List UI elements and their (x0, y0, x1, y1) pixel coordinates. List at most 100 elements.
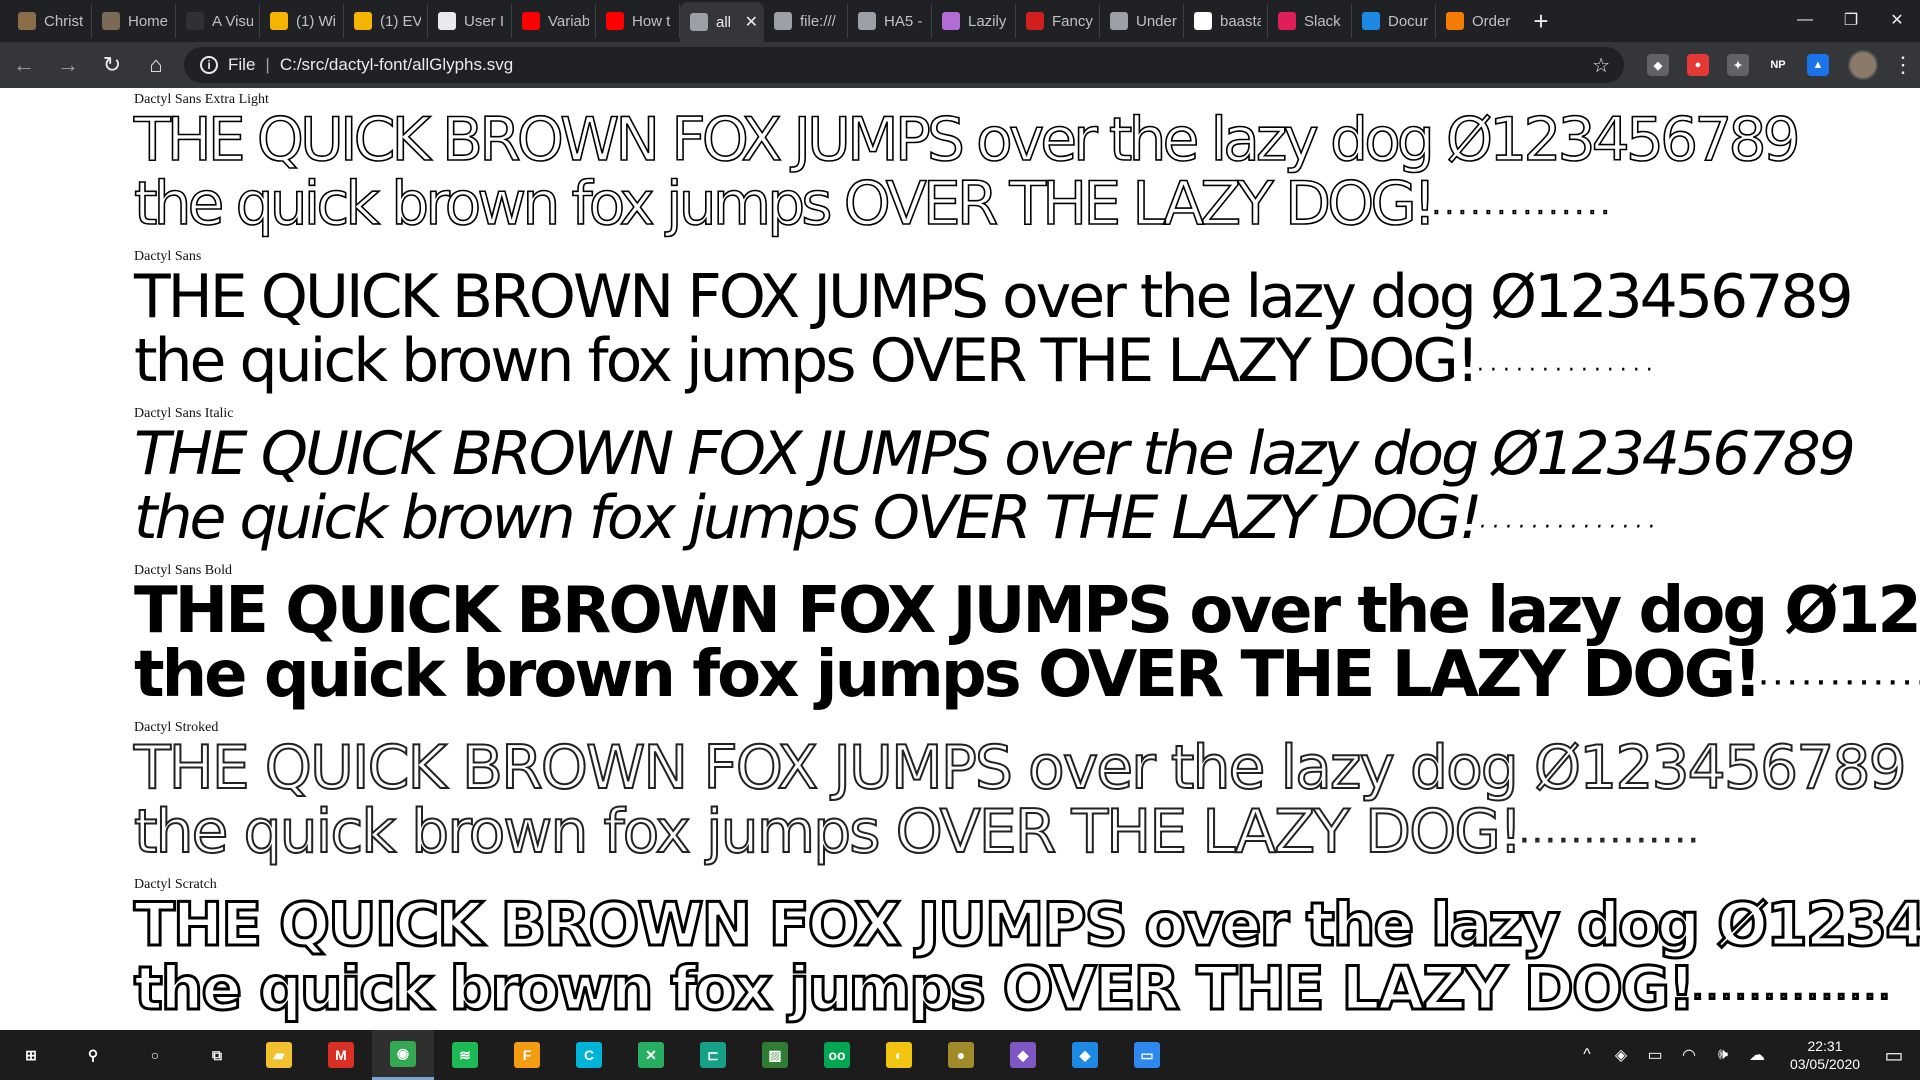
gmail-app[interactable]: M (310, 1030, 372, 1080)
slack-icon (1278, 12, 1296, 30)
visual-studio-app[interactable]: ◆ (992, 1030, 1054, 1080)
back-button[interactable]: ← (4, 45, 44, 85)
extensions-area: ◆ ● ✦ NP ▲ (1638, 54, 1838, 76)
search-button[interactable]: ⚲ (62, 1030, 124, 1080)
vscode-app[interactable]: ◆ (1054, 1030, 1116, 1080)
chrome-icon: ◉ (390, 1040, 416, 1067)
sample-line-2: the quick brown fox jumps OVER THE LAZY … (133, 799, 1905, 867)
start-button[interactable]: ⊞ (0, 1030, 62, 1080)
address-scheme: File (228, 55, 256, 74)
browser-tab[interactable]: Lazily (932, 4, 1016, 38)
shield-extension-icon[interactable]: ◆ (1647, 54, 1669, 76)
new-tab-button[interactable]: + (1520, 0, 1562, 42)
browser-tab[interactable]: Slack (1268, 4, 1352, 38)
c-app[interactable]: C (558, 1030, 620, 1080)
forward-button[interactable]: → (48, 45, 88, 85)
system-tray: ^ ◈ ▭ ◠ 🕪 ☁ 22:31 03/05/2020 ▭ (1570, 1030, 1920, 1080)
g-icon (354, 12, 372, 30)
task-view-button[interactable]: ⧉ (186, 1030, 248, 1080)
globe-icon (774, 12, 792, 30)
address-url[interactable]: C:/src/dactyl-font/allGlyphs.svg (280, 55, 513, 75)
browser-tab[interactable]: Under (1100, 4, 1184, 38)
battery-icon[interactable]: ▭ (1638, 1045, 1672, 1065)
cortana-button[interactable]: ○ (124, 1030, 186, 1080)
profile-avatar[interactable] (1848, 50, 1878, 80)
home-button[interactable]: ⌂ (136, 45, 176, 85)
terminal-app[interactable]: ⊏ (682, 1030, 744, 1080)
image-icon (18, 12, 36, 30)
dots-row: .............. (1476, 351, 1659, 377)
bulb-app[interactable]: ◐ (868, 1030, 930, 1080)
ball-app[interactable]: ● (930, 1030, 992, 1080)
browser-tab[interactable]: User I (428, 4, 512, 38)
chrome-app[interactable]: ◉ (372, 1030, 434, 1080)
youtube-icon (522, 12, 540, 30)
restore-button[interactable]: ❐ (1828, 0, 1874, 40)
windows-taskbar: ⊞ ⚲ ○ ⧉ ▰ M ◉ ≋ F C ✕ ⊏ ▨ oo ◐ ● ◆ ◆ ▭ ^ ◈ ▭ ◠ 🕪 ☁ 22:31 0… (0, 1030, 1920, 1080)
file-explorer-app[interactable]: ▰ (248, 1030, 310, 1080)
reload-button[interactable]: ↻ (92, 45, 132, 85)
tab-title: Lazily (968, 12, 1007, 30)
wifi-icon[interactable]: ◠ (1672, 1045, 1706, 1065)
tray-chevron-icon[interactable]: ^ (1570, 1046, 1604, 1064)
f-icon: F (514, 1042, 540, 1068)
browser-tab[interactable]: A Visu (176, 4, 260, 38)
info-icon[interactable]: i (200, 56, 218, 74)
browser-tab[interactable]: How t (596, 4, 680, 38)
window-app[interactable]: ▭ (1116, 1030, 1178, 1080)
browser-tab[interactable]: Order (1436, 4, 1520, 38)
clock[interactable]: 22:31 03/05/2020 (1782, 1037, 1868, 1073)
close-tab-icon[interactable]: ✕ (745, 12, 758, 32)
3d-icon (1362, 12, 1380, 30)
f-app[interactable]: F (496, 1030, 558, 1080)
browser-tab[interactable]: (1) EV (344, 4, 428, 38)
image-app[interactable]: ▨ (744, 1030, 806, 1080)
dropbox-icon[interactable]: ◈ (1604, 1045, 1638, 1065)
font-sample-regular: Dactyl Sans THE QUICK BROWN FOX JUMPS ov… (134, 249, 1854, 396)
svg-page: Dactyl Sans Extra Light THE QUICK BROWN … (0, 88, 1920, 1030)
address-bar[interactable]: i File | C:/src/dactyl-font/allGlyphs.sv… (184, 47, 1624, 83)
tab-title: Slack (1304, 12, 1341, 30)
tab-title: file:/// (800, 12, 836, 30)
browser-tab[interactable]: (1) Wi (260, 4, 344, 38)
x-app[interactable]: ✕ (620, 1030, 682, 1080)
file-explorer-icon: ▰ (266, 1042, 292, 1068)
youtube-icon (606, 12, 624, 30)
window-icon: ▭ (1134, 1042, 1160, 1068)
sample-text: the quick brown fox jumps OVER THE LAZY … (132, 954, 1696, 1024)
np-extension-icon[interactable]: NP (1767, 54, 1789, 76)
red-square-icon (1026, 12, 1044, 30)
vscode-icon: ◆ (1072, 1042, 1098, 1068)
image-icon (102, 12, 120, 30)
minimize-button[interactable]: — (1782, 0, 1828, 40)
browser-tab[interactable]: Docur (1352, 4, 1436, 38)
puzzle-extension-icon[interactable]: ✦ (1727, 54, 1749, 76)
cloud-icon[interactable]: ☁ (1740, 1045, 1774, 1065)
font-sample-italic: Dactyl Sans Italic THE QUICK BROWN FOX J… (134, 406, 1856, 553)
red-extension-icon[interactable]: ● (1687, 54, 1709, 76)
browser-menu-button[interactable]: ⋮ (1892, 52, 1914, 78)
browser-tab[interactable]: HA5 - (848, 4, 932, 38)
browser-tab[interactable]: Christ (8, 4, 92, 38)
sample-line-1: THE QUICK BROWN FOX JUMPS over the lazy … (134, 574, 1920, 648)
tab-title: Christ (44, 12, 84, 30)
browser-tab[interactable]: Fancy (1016, 4, 1100, 38)
clock-time: 22:31 (1807, 1038, 1843, 1054)
spotify-app[interactable]: ≋ (434, 1030, 496, 1080)
browser-tab[interactable]: baasta (1184, 4, 1268, 38)
browser-tab[interactable]: Variab (512, 4, 596, 38)
taskbar-apps: ⊞ ⚲ ○ ⧉ ▰ M ◉ ≋ F C ✕ ⊏ ▨ oo ◐ ● ◆ ◆ ▭ (0, 1030, 1178, 1080)
notifications-icon[interactable]: ▭ (1868, 1030, 1920, 1080)
bookmark-star-icon[interactable]: ☆ (1592, 53, 1610, 78)
ball-icon: ● (948, 1042, 974, 1068)
dots-row: .............. (1432, 194, 1615, 221)
browser-tab[interactable]: Home (92, 4, 176, 38)
tape-app[interactable]: oo (806, 1030, 868, 1080)
browser-tab[interactable]: file:/// (764, 4, 848, 38)
drop-extension-icon[interactable]: ▲ (1807, 54, 1829, 76)
volume-icon[interactable]: 🕪 (1706, 1046, 1740, 1064)
browser-tab[interactable]: all ✕ (680, 2, 764, 42)
close-window-button[interactable]: ✕ (1874, 0, 1920, 40)
sample-line-1: THE QUICK BROWN FOX JUMPS over the lazy … (133, 890, 1920, 960)
sample-line-2: the quick brown fox jumps OVER THE LAZY … (132, 954, 1920, 1024)
